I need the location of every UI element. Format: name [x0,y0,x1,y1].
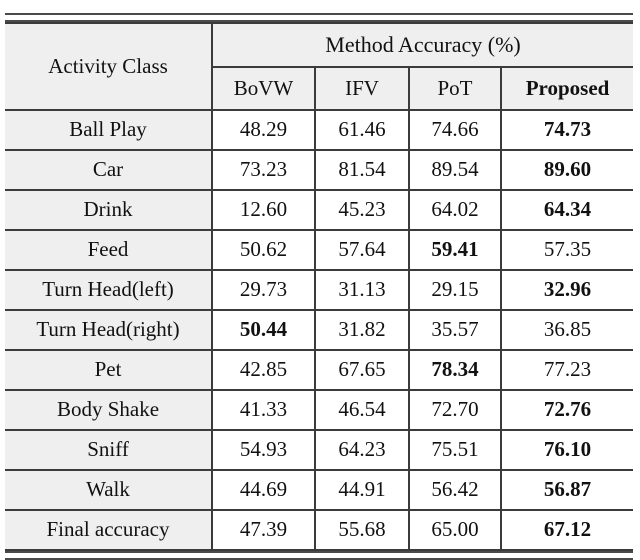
activity-class-cell: Body Shake [5,389,213,431]
accuracy-value-cell: 74.73 [499,109,634,151]
accuracy-value-cell: 56.87 [499,469,634,511]
table-row: Walk 44.69 44.91 56.42 56.87 [5,469,634,511]
accuracy-value-cell: 29.73 [211,269,316,311]
accuracy-value-cell: 64.23 [314,429,410,471]
accuracy-value-cell: 42.85 [211,349,316,391]
activity-accuracy-table: Activity Class Method Accuracy (%) BoVW … [5,22,634,551]
activity-class-cell: Final accuracy [5,509,213,551]
activity-class-cell: Turn Head(right) [5,309,213,351]
accuracy-value-cell: 78.34 [408,349,502,391]
accuracy-value-cell: 32.96 [499,269,634,311]
accuracy-value-cell: 46.54 [314,389,410,431]
table-body: Ball Play 48.29 61.46 74.66 74.73 Car 73.23 81.… [5,109,634,551]
accuracy-value-cell: 65.00 [408,509,502,551]
accuracy-value-cell: 73.23 [211,149,316,191]
accuracy-value-cell: 50.44 [211,309,316,351]
accuracy-table-container: Activity Class Method Accuracy (%) BoVW … [5,13,634,560]
accuracy-value-cell: 89.60 [499,149,634,191]
accuracy-value-cell: 81.54 [314,149,410,191]
table-header: Activity Class Method Accuracy (%) BoVW … [5,22,634,111]
accuracy-value-cell: 31.13 [314,269,410,311]
accuracy-value-cell: 55.68 [314,509,410,551]
activity-class-cell: Feed [5,229,213,271]
accuracy-value-cell: 64.34 [499,189,634,231]
accuracy-value-cell: 45.23 [314,189,410,231]
table-row: Turn Head(left) 29.73 31.13 29.15 32.96 [5,269,634,311]
column-group-header-method-accuracy: Method Accuracy (%) [210,22,634,68]
accuracy-value-cell: 67.12 [499,509,634,551]
table-row: Car 73.23 81.54 89.54 89.60 [5,149,634,191]
activity-class-cell: Pet [5,349,213,391]
table-row: Body Shake 41.33 46.54 72.70 72.76 [5,389,634,431]
accuracy-value-cell: 76.10 [499,429,634,471]
accuracy-value-cell: 57.64 [314,229,410,271]
header-row-group: Activity Class Method Accuracy (%) [5,22,634,111]
activity-class-cell: Sniff [5,429,213,471]
column-header-ifv: IFV [314,66,410,111]
activity-class-cell: Drink [5,189,213,231]
activity-class-cell: Ball Play [5,109,213,151]
table-row: Drink 12.60 45.23 64.02 64.34 [5,189,634,231]
table-top-rule [5,13,633,22]
column-header-proposed: Proposed [499,66,634,111]
accuracy-value-cell: 72.76 [499,389,634,431]
column-header-activity-class: Activity Class [5,22,213,111]
activity-class-cell: Turn Head(left) [5,269,213,311]
accuracy-value-cell: 75.51 [408,429,502,471]
table-row: Turn Head(right) 50.44 31.82 35.57 36.85 [5,309,634,351]
accuracy-value-cell: 74.66 [408,109,502,151]
accuracy-value-cell: 36.85 [499,309,634,351]
accuracy-value-cell: 31.82 [314,309,410,351]
accuracy-value-cell: 50.62 [211,229,316,271]
accuracy-value-cell: 89.54 [408,149,502,191]
table-row: Pet 42.85 67.65 78.34 77.23 [5,349,634,391]
table-row: Final accuracy 47.39 55.68 65.00 67.12 [5,509,634,551]
accuracy-value-cell: 44.69 [211,469,316,511]
activity-class-cell: Walk [5,469,213,511]
accuracy-value-cell: 67.65 [314,349,410,391]
accuracy-value-cell: 48.29 [211,109,316,151]
column-header-bovw: BoVW [212,66,316,111]
accuracy-value-cell: 57.35 [499,229,634,271]
accuracy-value-cell: 64.02 [408,189,502,231]
accuracy-value-cell: 35.57 [408,309,502,351]
activity-class-cell: Car [5,149,213,191]
table-row: Sniff 54.93 64.23 75.51 76.10 [5,429,634,471]
accuracy-value-cell: 41.33 [211,389,316,431]
table-row: Ball Play 48.29 61.46 74.66 74.73 [5,109,634,151]
accuracy-value-cell: 61.46 [314,109,410,151]
accuracy-value-cell: 47.39 [211,509,316,551]
table-bottom-rule [5,551,633,560]
accuracy-value-cell: 29.15 [408,269,502,311]
table-row: Feed 50.62 57.64 59.41 57.35 [5,229,634,271]
accuracy-value-cell: 77.23 [499,349,634,391]
accuracy-value-cell: 54.93 [211,429,316,471]
accuracy-value-cell: 44.91 [314,469,410,511]
column-header-pot: PoT [408,66,502,111]
accuracy-value-cell: 72.70 [408,389,502,431]
accuracy-value-cell: 12.60 [211,189,316,231]
accuracy-value-cell: 56.42 [408,469,502,511]
accuracy-value-cell: 59.41 [408,229,502,271]
